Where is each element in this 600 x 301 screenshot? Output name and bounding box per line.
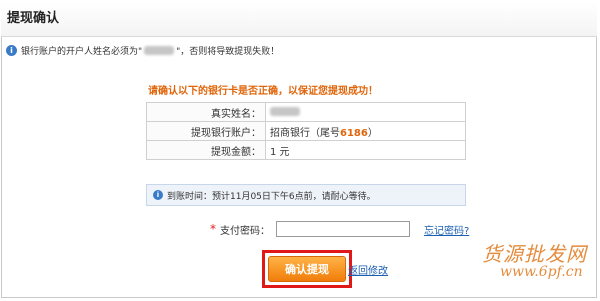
notice-text-before: 银行账户的开户人姓名必须为" xyxy=(21,46,143,57)
page-title: 提现确认 xyxy=(7,11,60,26)
real-name-label: 真实姓名： xyxy=(146,102,266,122)
redacted-name xyxy=(144,45,175,55)
table-row: 真实姓名： xyxy=(146,102,466,122)
notice-text-after: "，否则将导致提现失败！ xyxy=(176,46,280,57)
real-name-value xyxy=(265,102,466,122)
confirm-warning: 请确认以下的银行卡是否正确，以保证您提现成功！ xyxy=(148,86,378,97)
watermark-url: www.6pf.cn xyxy=(500,264,583,280)
forgot-password-link[interactable]: 忘记密码? xyxy=(424,222,469,237)
info-icon: i xyxy=(6,44,17,56)
info-icon: i xyxy=(153,190,163,200)
arrival-time-notice: i 到账时间：预计11月05日下午6点前，请耐心等待。 xyxy=(146,184,466,206)
withdraw-info-table: 真实姓名： 提现银行账户： 招商银行（尾号6186） 提现金额： 1 元 xyxy=(146,102,466,160)
bank-account-value: 招商银行（尾号6186） xyxy=(265,121,466,141)
table-row: 提现银行账户： 招商银行（尾号6186） xyxy=(146,121,466,141)
payment-password-input[interactable] xyxy=(276,221,410,237)
payment-password-label: 支付密码： xyxy=(220,225,270,237)
bank-close-paren: ） xyxy=(367,127,378,139)
card-tail-number: 6186 xyxy=(340,127,368,139)
bank-account-label: 提现银行账户： xyxy=(146,121,266,141)
bank-name: 招商银行（尾号 xyxy=(270,127,340,139)
watermark-logo: 货源批发网 xyxy=(482,242,587,266)
required-asterisk: * xyxy=(210,222,216,236)
confirm-withdraw-button[interactable]: 确认提现 xyxy=(268,256,346,282)
amount-value: 1 元 xyxy=(265,140,466,160)
back-modify-link[interactable]: 返回修改 xyxy=(348,262,388,277)
payment-password-row: * 支付密码： 忘记密码? xyxy=(210,220,469,238)
account-name-notice: i 银行账户的开户人姓名必须为" "，否则将导致提现失败！ xyxy=(6,43,279,57)
page-header: 提现确认 xyxy=(1,1,597,37)
table-row: 提现金额： 1 元 xyxy=(146,140,466,160)
arrival-text: 到账时间：预计11月05日下午6点前，请耐心等待。 xyxy=(167,191,376,202)
amount-label: 提现金额： xyxy=(146,140,266,160)
redacted-real-name xyxy=(270,107,300,116)
